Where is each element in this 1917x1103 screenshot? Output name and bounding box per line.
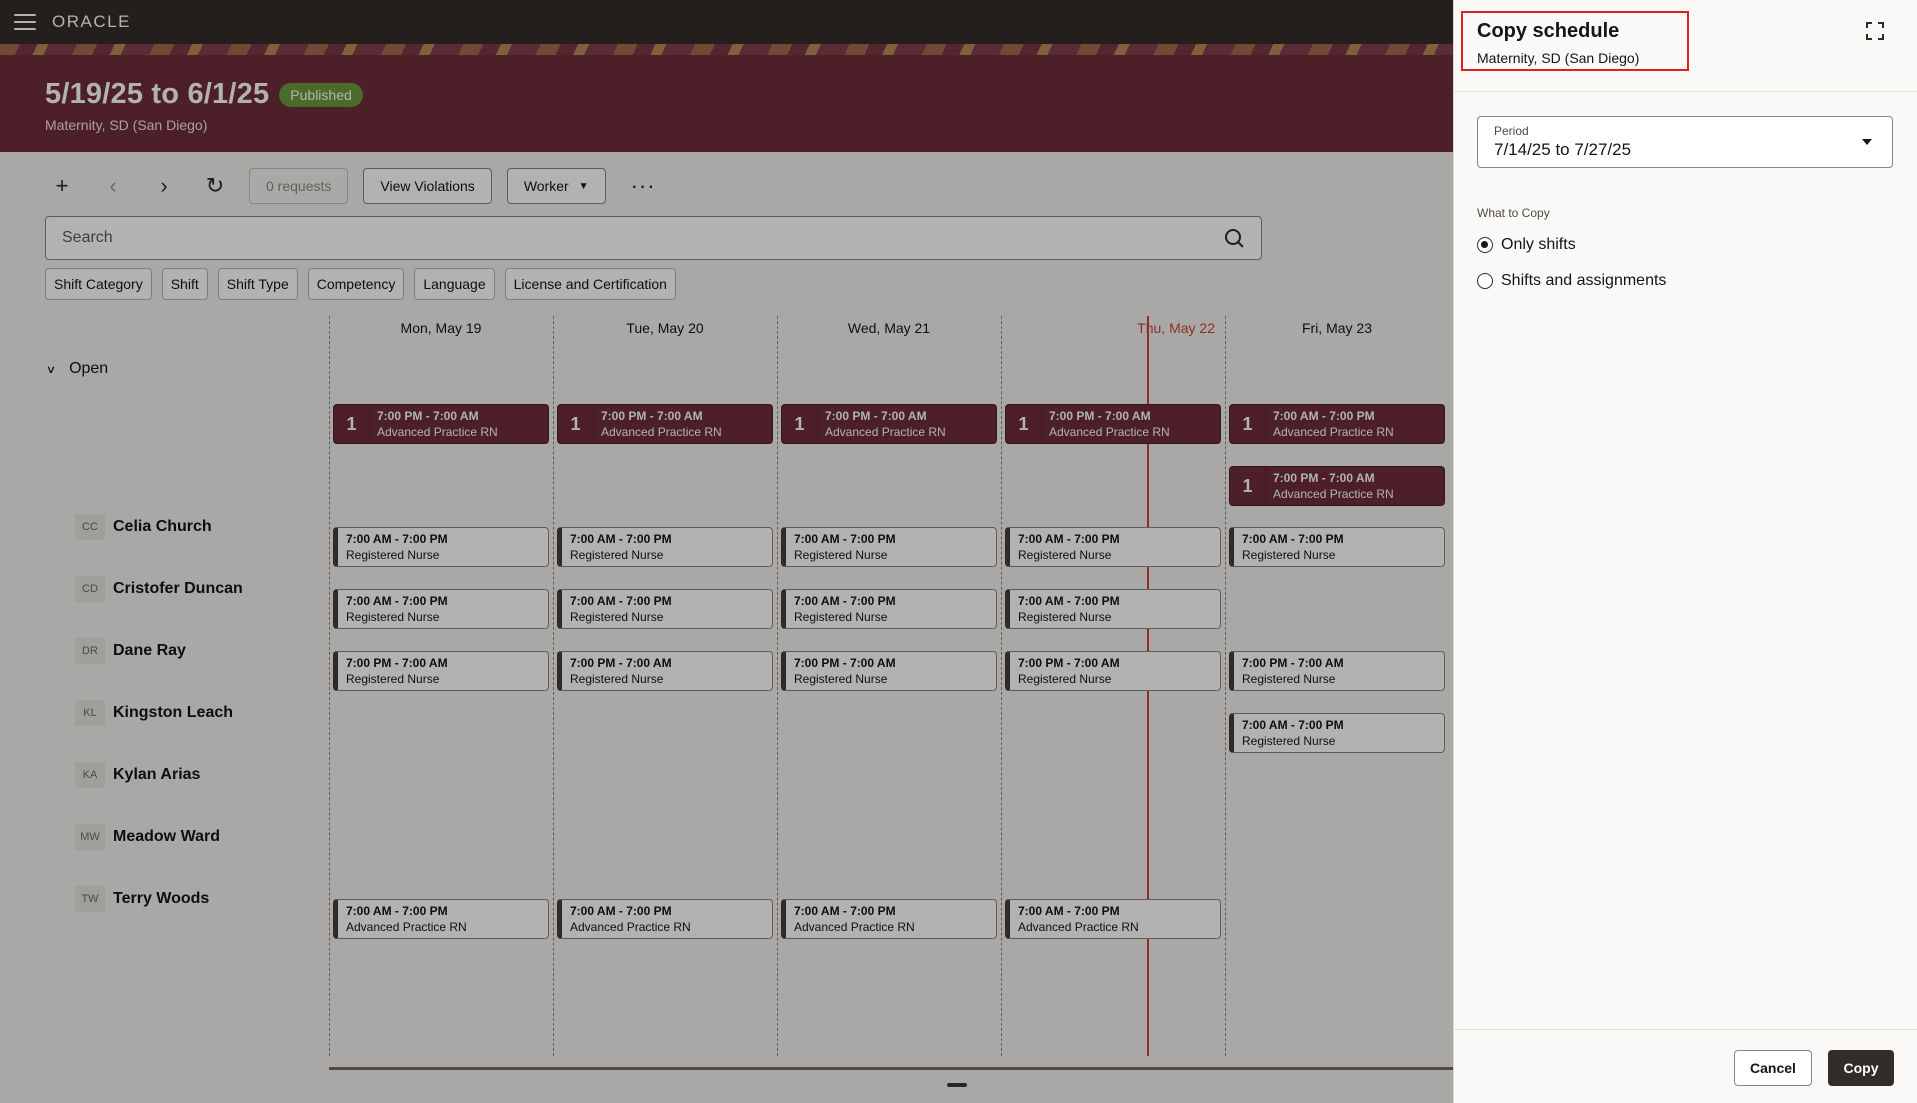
radio-shifts-and-assignments[interactable]: Shifts and assignments [1477,272,1666,290]
what-to-copy-label: What to Copy [1477,206,1550,220]
period-select[interactable]: Period 7/14/25 to 7/27/25 [1477,116,1893,168]
drawer-header: Copy schedule Maternity, SD (San Diego) [1454,0,1917,92]
period-label: Period [1494,124,1529,138]
caret-down-icon [1862,139,1872,145]
radio-selected-icon [1477,237,1493,253]
copy-button[interactable]: Copy [1828,1050,1894,1086]
drawer-title: Copy schedule [1477,20,1620,42]
cancel-button[interactable]: Cancel [1734,1050,1812,1086]
radio-label: Only shifts [1501,236,1576,253]
modal-scrim[interactable] [0,0,1453,1103]
radio-only-shifts[interactable]: Only shifts [1477,236,1576,254]
copy-schedule-drawer: Copy schedule Maternity, SD (San Diego) … [1453,0,1917,1103]
radio-unselected-icon [1477,273,1493,289]
expand-icon[interactable] [1866,22,1884,40]
drawer-footer: Cancel Copy [1454,1029,1917,1103]
period-value: 7/14/25 to 7/27/25 [1494,140,1632,159]
drawer-subtitle: Maternity, SD (San Diego) [1477,50,1640,66]
radio-label: Shifts and assignments [1501,272,1667,289]
